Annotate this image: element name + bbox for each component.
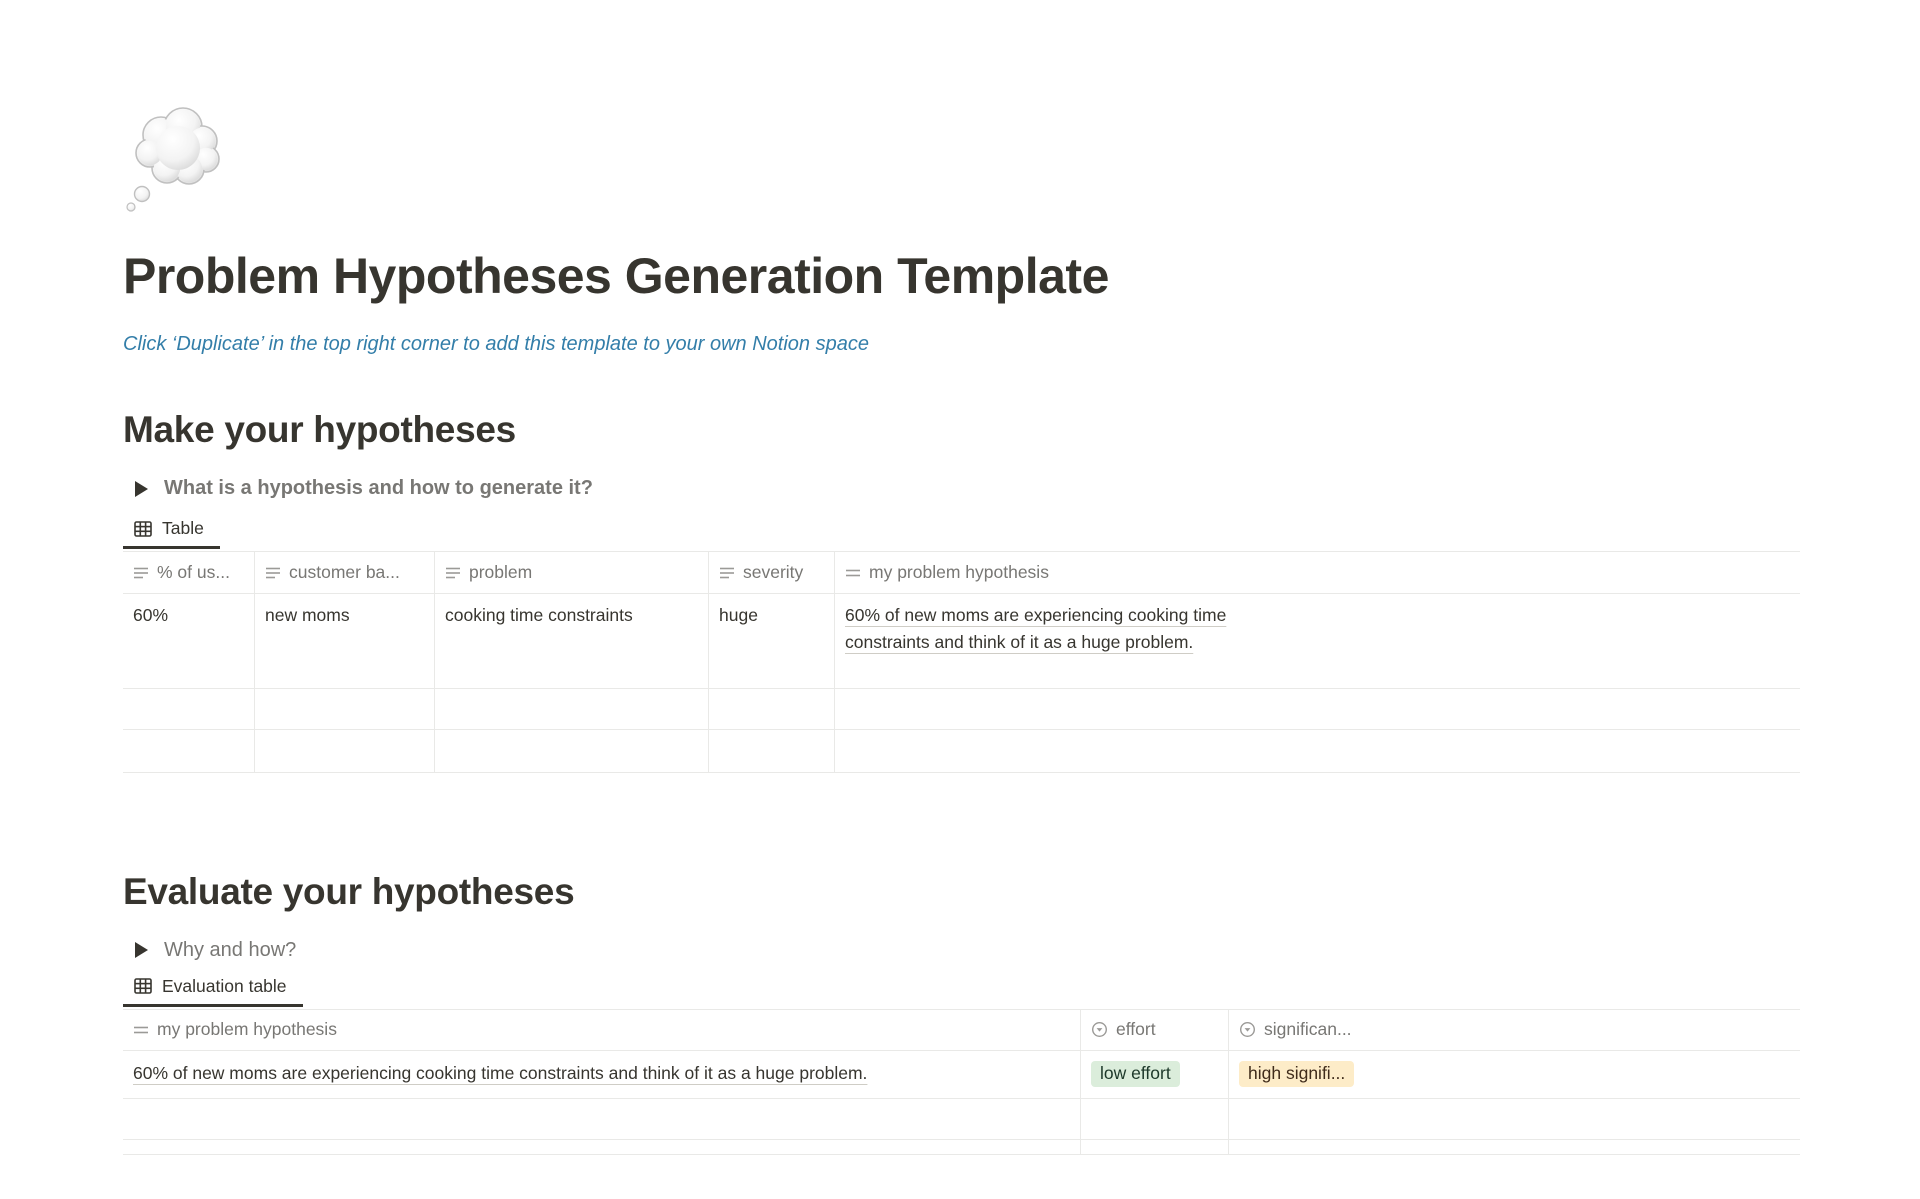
empty-cell[interactable]	[435, 730, 709, 772]
effort-badge[interactable]: low effort	[1091, 1061, 1180, 1088]
column-header-problem[interactable]: problem	[435, 552, 709, 593]
table-row: 60% of new moms are experiencing cooking…	[123, 1051, 1800, 1099]
section-heading-evaluate-hypotheses: Evaluate your hypotheses	[123, 869, 1800, 915]
empty-cell[interactable]	[123, 730, 255, 772]
table-row-empty	[123, 730, 1800, 773]
text-property-icon	[445, 565, 461, 581]
evaluation-table: my problem hypothesis effort significan.…	[123, 1009, 1800, 1155]
empty-cell[interactable]	[255, 689, 435, 729]
text-property-icon	[133, 565, 149, 581]
empty-cell[interactable]	[1081, 1140, 1229, 1154]
column-header-significance[interactable]: significan...	[1229, 1010, 1377, 1050]
column-header-effort[interactable]: effort	[1081, 1010, 1229, 1050]
page-title: Problem Hypotheses Generation Template	[123, 246, 1800, 306]
tab-table-label: Table	[162, 518, 204, 539]
cell-effort[interactable]: low effort	[1081, 1051, 1229, 1098]
page-content: Problem Hypotheses Generation Template C…	[123, 102, 1800, 1155]
toggle-triangle-icon[interactable]	[135, 481, 148, 497]
toggle-triangle-icon[interactable]	[135, 942, 148, 958]
table-header-row: % of us... customer ba... problem severi…	[123, 552, 1800, 594]
text-property-icon	[719, 565, 735, 581]
column-header-my-problem-hypothesis[interactable]: my problem hypothesis	[835, 552, 1255, 593]
empty-cell[interactable]	[709, 730, 835, 772]
title-property-icon	[845, 565, 861, 581]
column-header-severity[interactable]: severity	[709, 552, 835, 593]
empty-cell[interactable]	[1229, 1099, 1377, 1139]
cell-percent-of-users[interactable]: 60%	[123, 594, 255, 688]
duplicate-hint-text: Click ‘Duplicate’ in the top right corne…	[123, 332, 1800, 357]
add-column-area[interactable]	[1255, 552, 1800, 593]
section-heading-make-hypotheses: Make your hypotheses	[123, 407, 1800, 453]
text-property-icon	[265, 565, 281, 581]
empty-cell[interactable]	[709, 689, 835, 729]
column-header-percent-of-users[interactable]: % of us...	[123, 552, 255, 593]
table-row: 60% new moms cooking time constraints hu…	[123, 594, 1800, 689]
empty-cell[interactable]	[835, 689, 1255, 729]
hypotheses-table: % of us... customer ba... problem severi…	[123, 551, 1800, 773]
view-tab-bar-1: Table	[123, 518, 1800, 549]
select-property-icon	[1239, 1021, 1256, 1038]
page-icon[interactable]	[123, 102, 1800, 218]
row-filler	[1255, 689, 1800, 729]
toggle-why-and-how[interactable]: Why and how?	[123, 939, 1800, 962]
table-header-row: my problem hypothesis effort significan.…	[123, 1010, 1800, 1051]
cell-hypothesis-title[interactable]: 60% of new moms are experiencing cooking…	[123, 1051, 1081, 1098]
table-row-partial	[123, 1140, 1800, 1155]
toggle-label[interactable]: Why and how?	[164, 939, 296, 962]
table-row-empty	[123, 689, 1800, 730]
significance-badge[interactable]: high signifi...	[1239, 1061, 1354, 1088]
add-column-area[interactable]	[1377, 1010, 1800, 1050]
view-tab-bar-2: Evaluation table	[123, 976, 1800, 1007]
table-view-icon	[133, 976, 153, 996]
empty-cell[interactable]	[1081, 1099, 1229, 1139]
empty-cell[interactable]	[835, 730, 1255, 772]
cell-problem[interactable]: cooking time constraints	[435, 594, 709, 688]
cell-hypothesis-title[interactable]: 60% of new moms are experiencing cooking…	[835, 594, 1255, 688]
column-header-customer-base[interactable]: customer ba...	[255, 552, 435, 593]
tab-table[interactable]: Table	[123, 518, 220, 549]
select-property-icon	[1091, 1021, 1108, 1038]
empty-cell[interactable]	[123, 689, 255, 729]
cell-severity[interactable]: huge	[709, 594, 835, 688]
row-filler	[1377, 1099, 1800, 1139]
column-header-my-problem-hypothesis[interactable]: my problem hypothesis	[123, 1010, 1081, 1050]
cell-customer-base[interactable]: new moms	[255, 594, 435, 688]
toggle-what-is-a-hypothesis[interactable]: What is a hypothesis and how to generate…	[123, 477, 1800, 500]
tab-evaluation-table[interactable]: Evaluation table	[123, 976, 303, 1007]
empty-cell[interactable]	[255, 730, 435, 772]
thought-balloon-icon	[123, 205, 235, 222]
empty-cell[interactable]	[435, 689, 709, 729]
row-filler	[1255, 594, 1800, 688]
row-filler	[1377, 1140, 1800, 1154]
empty-cell[interactable]	[123, 1099, 1081, 1139]
toggle-label[interactable]: What is a hypothesis and how to generate…	[164, 477, 593, 500]
title-property-icon	[133, 1022, 149, 1038]
row-filler	[1255, 730, 1800, 772]
table-view-icon	[133, 519, 153, 539]
cell-significance[interactable]: high signifi...	[1229, 1051, 1377, 1098]
empty-cell[interactable]	[1229, 1140, 1377, 1154]
table-row-empty	[123, 1099, 1800, 1140]
tab-evaluation-table-label: Evaluation table	[162, 976, 287, 997]
empty-cell[interactable]	[123, 1140, 1081, 1154]
